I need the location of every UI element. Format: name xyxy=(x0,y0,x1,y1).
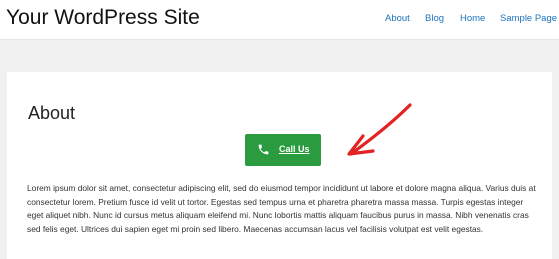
page-title: About xyxy=(28,103,76,123)
nav-item-home[interactable]: Home xyxy=(460,13,485,25)
call-us-button[interactable]: Call Us xyxy=(245,134,321,166)
nav-item-blog[interactable]: Blog xyxy=(425,13,444,25)
phone-icon xyxy=(258,144,269,155)
red-hand-drawn-arrow-icon xyxy=(347,103,412,156)
call-us-label: Call Us xyxy=(279,144,310,154)
nav-item-about[interactable]: About xyxy=(385,13,410,25)
nav-item-sample-page[interactable]: Sample Page xyxy=(500,13,557,25)
page-content: About Call Us Lorem ipsum dolor sit amet… xyxy=(7,72,552,259)
body-paragraph: Lorem ipsum dolor sit amet, consectetur … xyxy=(27,183,536,234)
primary-nav: About Blog Home Sample Page xyxy=(0,13,559,27)
site-header: Your WordPress Site About Blog Home Samp… xyxy=(0,0,559,40)
